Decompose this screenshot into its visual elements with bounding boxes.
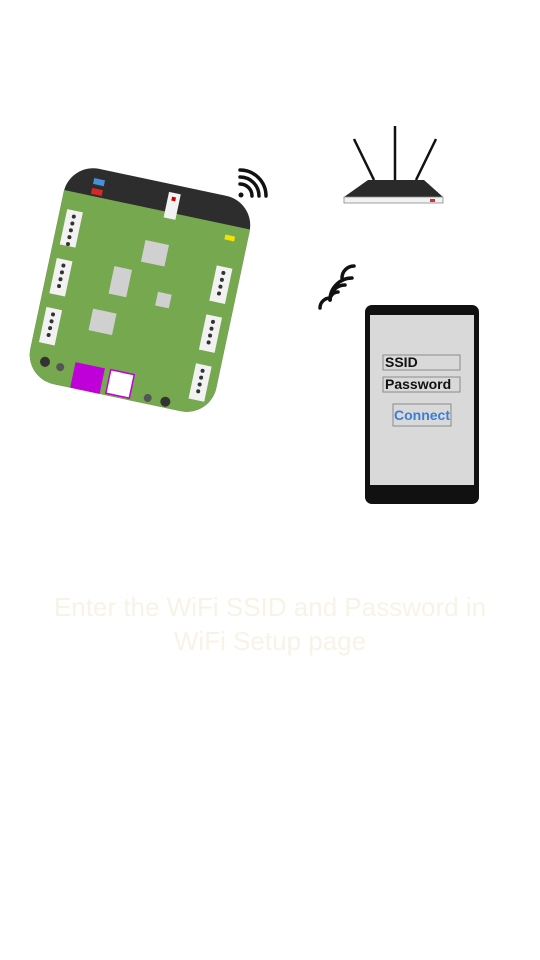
device-board xyxy=(29,168,251,412)
wifi-signal-icon xyxy=(318,276,354,310)
router-icon xyxy=(343,126,444,204)
phone: SSID Password Connect xyxy=(365,305,479,504)
connect-button-label: Connect xyxy=(394,407,450,423)
password-label: Password xyxy=(385,376,451,392)
wifi-signal-icon xyxy=(340,264,356,280)
caption-line-1: Enter the WiFi SSID and Password in xyxy=(53,592,487,622)
instruction-caption: Enter the WiFi SSID and Password in WiFi… xyxy=(40,590,500,658)
wifi-signal-icon xyxy=(238,168,268,198)
caption-line-2: WiFi Setup page xyxy=(173,626,367,656)
wifi-setup-illustration: SSID Password Connect xyxy=(29,126,479,504)
ssid-label: SSID xyxy=(385,354,418,370)
